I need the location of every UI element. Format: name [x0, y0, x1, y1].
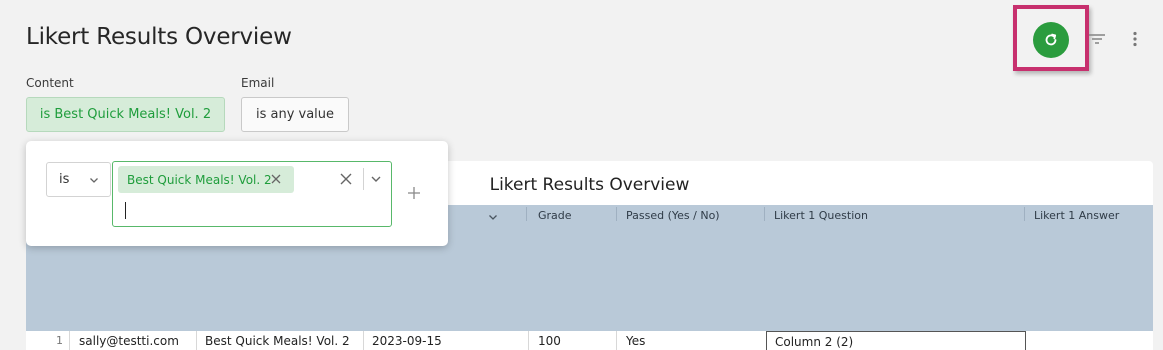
selected-tag: Best Quick Meals! Vol. 2 [118, 166, 294, 193]
page-title: Likert Results Overview [26, 24, 292, 50]
cell-divider [69, 331, 70, 350]
cell-divider [363, 331, 364, 350]
selected-tag-label: Best Quick Meals! Vol. 2 [127, 172, 272, 187]
filter-chip-email[interactable]: is any value [241, 97, 349, 132]
chevron-down-icon [90, 178, 98, 183]
column-header-grade[interactable]: Grade [538, 209, 572, 222]
column-divider [616, 207, 617, 221]
remove-tag-icon[interactable] [270, 173, 282, 185]
cell-content[interactable]: Best Quick Meals! Vol. 2 [205, 334, 350, 348]
cell-email[interactable]: sally@testti.com [79, 334, 179, 348]
filter-popover: is Best Quick Meals! Vol. 2 [26, 141, 448, 246]
column-divider [526, 207, 527, 221]
cell-grade[interactable]: 100 [538, 334, 561, 348]
chevron-down-icon[interactable] [369, 172, 383, 186]
cell-divider [528, 331, 529, 350]
filter-button[interactable] [1086, 28, 1108, 50]
filter-label-content: Content [26, 76, 74, 90]
refresh-icon [1045, 33, 1057, 46]
column-header-passed[interactable]: Passed (Yes / No) [626, 209, 720, 222]
filter-lines-icon [1089, 34, 1105, 44]
tag-select-input[interactable]: Best Quick Meals! Vol. 2 [112, 161, 392, 227]
input-divider [363, 168, 364, 190]
cell-passed[interactable]: Yes [626, 334, 645, 348]
column-divider [764, 207, 765, 221]
more-vertical-icon [1133, 31, 1137, 47]
clear-icon[interactable] [339, 172, 353, 186]
cell-divider [616, 331, 617, 350]
more-options-button[interactable] [1124, 28, 1146, 50]
filter-label-email: Email [241, 76, 275, 90]
column-header-likert1-question[interactable]: Likert 1 Question [774, 209, 868, 222]
cell-likert1-question[interactable]: Column 2 (2) [766, 331, 1026, 350]
operator-value: is [59, 172, 70, 187]
sort-chevron-icon[interactable] [487, 211, 499, 223]
column-divider [1024, 207, 1025, 221]
cell-date[interactable]: 2023-09-15 [372, 334, 442, 348]
refresh-button[interactable] [1033, 22, 1069, 58]
filter-chip-content[interactable]: is Best Quick Meals! Vol. 2 [26, 97, 225, 132]
text-cursor [125, 202, 126, 219]
add-icon[interactable] [406, 185, 422, 201]
row-index: 1 [56, 334, 63, 347]
operator-select[interactable]: is [46, 162, 111, 197]
cell-divider [196, 331, 197, 350]
column-header-likert1-answer[interactable]: Likert 1 Answer [1034, 209, 1119, 222]
